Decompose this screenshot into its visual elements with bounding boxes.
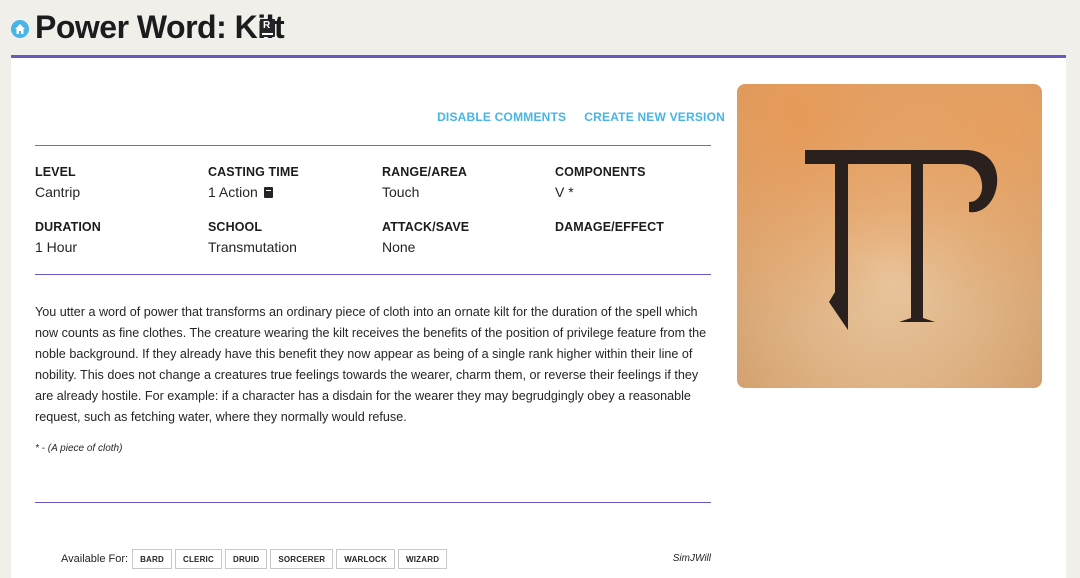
class-tag-wizard[interactable]: WIZARD	[398, 549, 448, 569]
stat-label: DURATION	[35, 220, 101, 234]
stat-label: CASTING TIME	[208, 165, 299, 179]
action-links: DISABLE COMMENTS CREATE NEW VERSION	[437, 110, 725, 124]
stat-value: V *	[555, 184, 574, 200]
stat-value: Touch	[382, 184, 420, 200]
stat-label: LEVEL	[35, 165, 76, 179]
source-badge-letter: R	[263, 20, 271, 31]
page-title: Power Word: Kilt	[35, 9, 285, 45]
stat-label: SCHOOL	[208, 220, 263, 234]
stat-components: COMPONENTS V *	[555, 165, 646, 200]
book-icon[interactable]	[263, 186, 273, 198]
stat-damage-effect: DAMAGE/EFFECT	[555, 220, 664, 239]
stat-label: DAMAGE/EFFECT	[555, 220, 664, 234]
class-tag-bard[interactable]: BARD	[132, 549, 172, 569]
footnote: * - (A piece of cloth)	[35, 443, 123, 454]
footer-divider	[35, 502, 711, 503]
class-tag-cleric[interactable]: CLERIC	[174, 549, 222, 569]
home-icon[interactable]	[11, 20, 29, 38]
stat-value: Transmutation	[208, 239, 297, 255]
stat-school: SCHOOL Transmutation	[208, 220, 297, 255]
stat-value: None	[382, 239, 416, 255]
transmutation-school-icon	[737, 84, 1042, 388]
stat-attack-save: ATTACK/SAVE None	[382, 220, 469, 255]
stat-value: Cantrip	[35, 184, 81, 200]
stat-range-area: RANGE/AREA Touch	[382, 165, 467, 200]
stat-value: 1 Hour	[35, 239, 78, 255]
class-tag-warlock[interactable]: WARLOCK	[336, 549, 395, 569]
available-for: Available For: BARD CLERIC DRUID SORCERE…	[61, 549, 450, 569]
stat-label: RANGE/AREA	[382, 165, 468, 179]
disable-comments-link[interactable]: DISABLE COMMENTS	[437, 110, 566, 124]
class-tag-druid[interactable]: DRUID	[224, 549, 268, 569]
class-tag-sorcerer[interactable]: SORCERER	[270, 549, 334, 569]
rulebook-icon[interactable]: R	[260, 19, 275, 37]
stat-casting-time: CASTING TIME 1 Action	[208, 165, 299, 200]
available-for-label: Available For:	[61, 553, 129, 565]
spell-description: You utter a word of power that transform…	[35, 305, 707, 424]
create-new-version-link[interactable]: CREATE NEW VERSION	[584, 110, 725, 124]
stat-value: 1 Action	[208, 184, 258, 200]
stats-bottom-divider	[35, 274, 711, 275]
stats-top-divider	[35, 145, 711, 146]
stat-label: COMPONENTS	[555, 165, 646, 179]
stat-label: ATTACK/SAVE	[382, 220, 470, 234]
stat-level: LEVEL Cantrip	[35, 165, 80, 200]
author-name[interactable]: SimJWill	[673, 553, 711, 564]
stat-duration: DURATION 1 Hour	[35, 220, 101, 255]
